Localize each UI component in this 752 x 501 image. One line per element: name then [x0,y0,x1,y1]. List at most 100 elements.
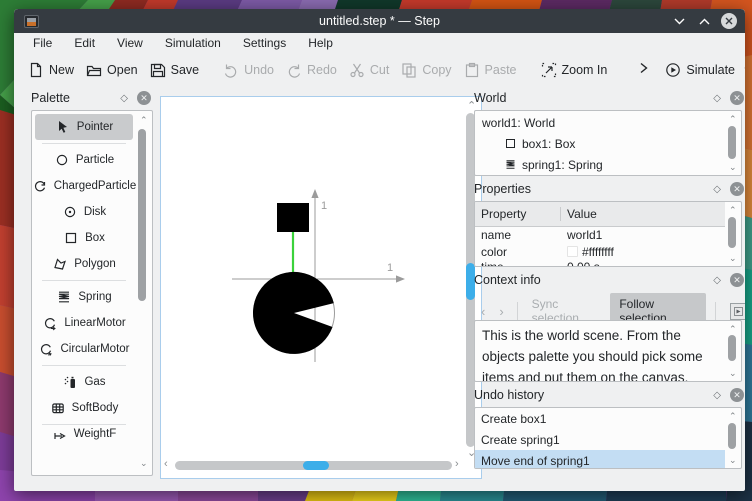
world-tree-item[interactable]: box1: Box [475,133,725,154]
undo-history-panel-header[interactable]: Undo history ◇ ✕ [474,385,745,405]
canvas-scroll-left-icon[interactable]: ‹ [164,459,168,470]
world-scroll-down-icon[interactable]: ⌄ [729,163,737,172]
properties-scrollbar[interactable] [728,217,736,248]
world-panel-header[interactable]: World ◇ ✕ [474,88,745,108]
context-scrollbar[interactable] [728,335,736,361]
palette-scrollbar[interactable] [138,129,146,301]
paste-button: Paste [458,58,523,82]
world-close-icon[interactable]: ✕ [730,91,744,105]
palette-item-disk[interactable]: Disk [32,199,136,225]
menu-view[interactable]: View [106,36,154,50]
menu-settings[interactable]: Settings [232,36,297,50]
undo-scroll-down-icon[interactable]: ⌄ [729,456,737,465]
palette-item-chargedparticle[interactable]: ChargedParticle [32,173,136,199]
property-row-name[interactable]: name world1 [475,227,725,244]
undo-history-float-icon[interactable]: ◇ [713,390,721,401]
menu-simulation[interactable]: Simulation [154,36,232,50]
open-folder-icon [86,62,102,78]
menu-file[interactable]: File [22,36,63,50]
palette-item-weightf[interactable]: WeightF [32,428,136,440]
undo-history-panel-title: Undo history [474,388,545,402]
palette-scroll-down-icon[interactable]: ⌄ [140,459,148,468]
undo-history-item[interactable]: Create box1 [475,408,725,429]
zoom-in-button[interactable]: Zoom In [535,58,614,82]
simulate-dropdown-icon[interactable] [744,66,745,73]
palette-item-box[interactable]: Box [32,225,136,251]
spring-icon [505,159,516,170]
context-info-text: This is the world scene. From the object… [482,328,703,382]
world-tree-item[interactable]: spring1: Spring [475,154,725,175]
properties-close-icon[interactable]: ✕ [730,182,744,196]
menu-help[interactable]: Help [297,36,344,50]
save-button[interactable]: Save [144,58,206,82]
undo-history-item[interactable]: Move end of spring1 [475,450,725,468]
world-canvas[interactable]: 1 1 ‹ › ⌃ ⌄ [160,96,482,479]
toolbar-button-label: Cut [369,62,390,77]
cut-button: Cut [343,58,395,82]
undo-scrollbar[interactable] [728,423,736,449]
window-title: untitled.step * — Step [319,14,440,28]
properties-table-header[interactable]: Property Value [475,202,725,227]
menu-bar: File Edit View Simulation Settings Help [14,33,745,53]
toolbar-button-label: New [49,62,75,77]
undo-scroll-up-icon[interactable]: ⌃ [729,412,737,421]
world-scroll-up-icon[interactable]: ⌃ [729,115,737,124]
world-scrollbar[interactable] [728,126,736,159]
undo-history-close-icon[interactable]: ✕ [730,388,744,402]
value-column-header[interactable]: Value [561,207,597,221]
palette-panel-header[interactable]: Palette ◇ ✕ [31,88,153,108]
menu-edit[interactable]: Edit [63,36,106,50]
properties-float-icon[interactable]: ◇ [713,184,721,195]
palette-item-polygon[interactable]: Polygon [32,251,136,277]
disk-icon [62,204,78,220]
palette-item-linearmotor[interactable]: LinearMotor [32,310,136,336]
particle-icon [54,152,70,168]
palette-item-label: Polygon [74,258,116,270]
toolbar-button-label: Open [107,62,138,77]
context-info-panel-title: Context info [474,273,541,287]
open-button[interactable]: Open [80,58,144,82]
property-column-header[interactable]: Property [475,207,561,221]
close-button[interactable] [721,13,737,29]
canvas-hscrollbar-thumb[interactable] [303,461,329,470]
title-bar[interactable]: untitled.step * — Step [14,9,745,33]
app-window: untitled.step * — Step File Edit View Simul… [14,9,745,491]
palette-item-softbody[interactable]: SoftBody [32,395,136,421]
context-scroll-up-icon[interactable]: ⌃ [729,325,737,334]
new-button[interactable]: New [22,58,80,82]
palette-item-label: SoftBody [71,402,119,414]
simulate-button[interactable]: Simulate [659,58,745,82]
toolbar-extension-arrow-icon[interactable] [639,62,649,77]
palette-float-icon[interactable]: ◇ [120,93,128,104]
context-forward-button[interactable]: › [492,304,510,319]
palette-item-pointer[interactable]: Pointer [32,114,136,140]
properties-scroll-up-icon[interactable]: ⌃ [729,206,737,215]
palette-item-circularmotor[interactable]: CircularMotor [32,336,136,362]
context-info-close-icon[interactable]: ✕ [730,273,744,287]
palette-item-spring[interactable]: Spring [32,284,136,310]
property-row-time[interactable]: time 0.00 s [475,260,725,266]
world-tree-item[interactable]: world1: World [475,112,725,133]
minimize-button[interactable] [671,13,687,29]
context-scroll-down-icon[interactable]: ⌄ [729,369,737,378]
properties-scroll-down-icon[interactable]: ⌄ [729,254,737,263]
context-info-panel-header[interactable]: Context info ◇ ✕ [474,270,745,290]
properties-panel-header[interactable]: Properties ◇ ✕ [474,179,745,199]
property-row-color[interactable]: color #ffffffff [475,244,725,261]
maximize-button[interactable] [696,13,712,29]
palette-scroll-up-icon[interactable]: ⌃ [140,116,148,125]
canvas-scroll-right-icon[interactable]: › [455,459,459,470]
undo-history-item[interactable]: Create spring1 [475,429,725,450]
undo-icon [223,62,239,78]
palette-close-icon[interactable]: ✕ [137,91,151,105]
run-example-button[interactable] [730,302,745,320]
palette-item-gas[interactable]: Gas [32,369,136,395]
palette-item-particle[interactable]: Particle [32,147,136,173]
palette-separator [42,424,126,425]
world-float-icon[interactable]: ◇ [713,93,721,104]
context-back-button[interactable]: ‹ [474,304,492,319]
undo-button: Undo [217,58,280,82]
property-name: name [481,228,512,243]
context-info-float-icon[interactable]: ◇ [713,275,721,286]
undo-history-panel: Create box1 Create spring1 Move end of spr… [474,407,742,469]
